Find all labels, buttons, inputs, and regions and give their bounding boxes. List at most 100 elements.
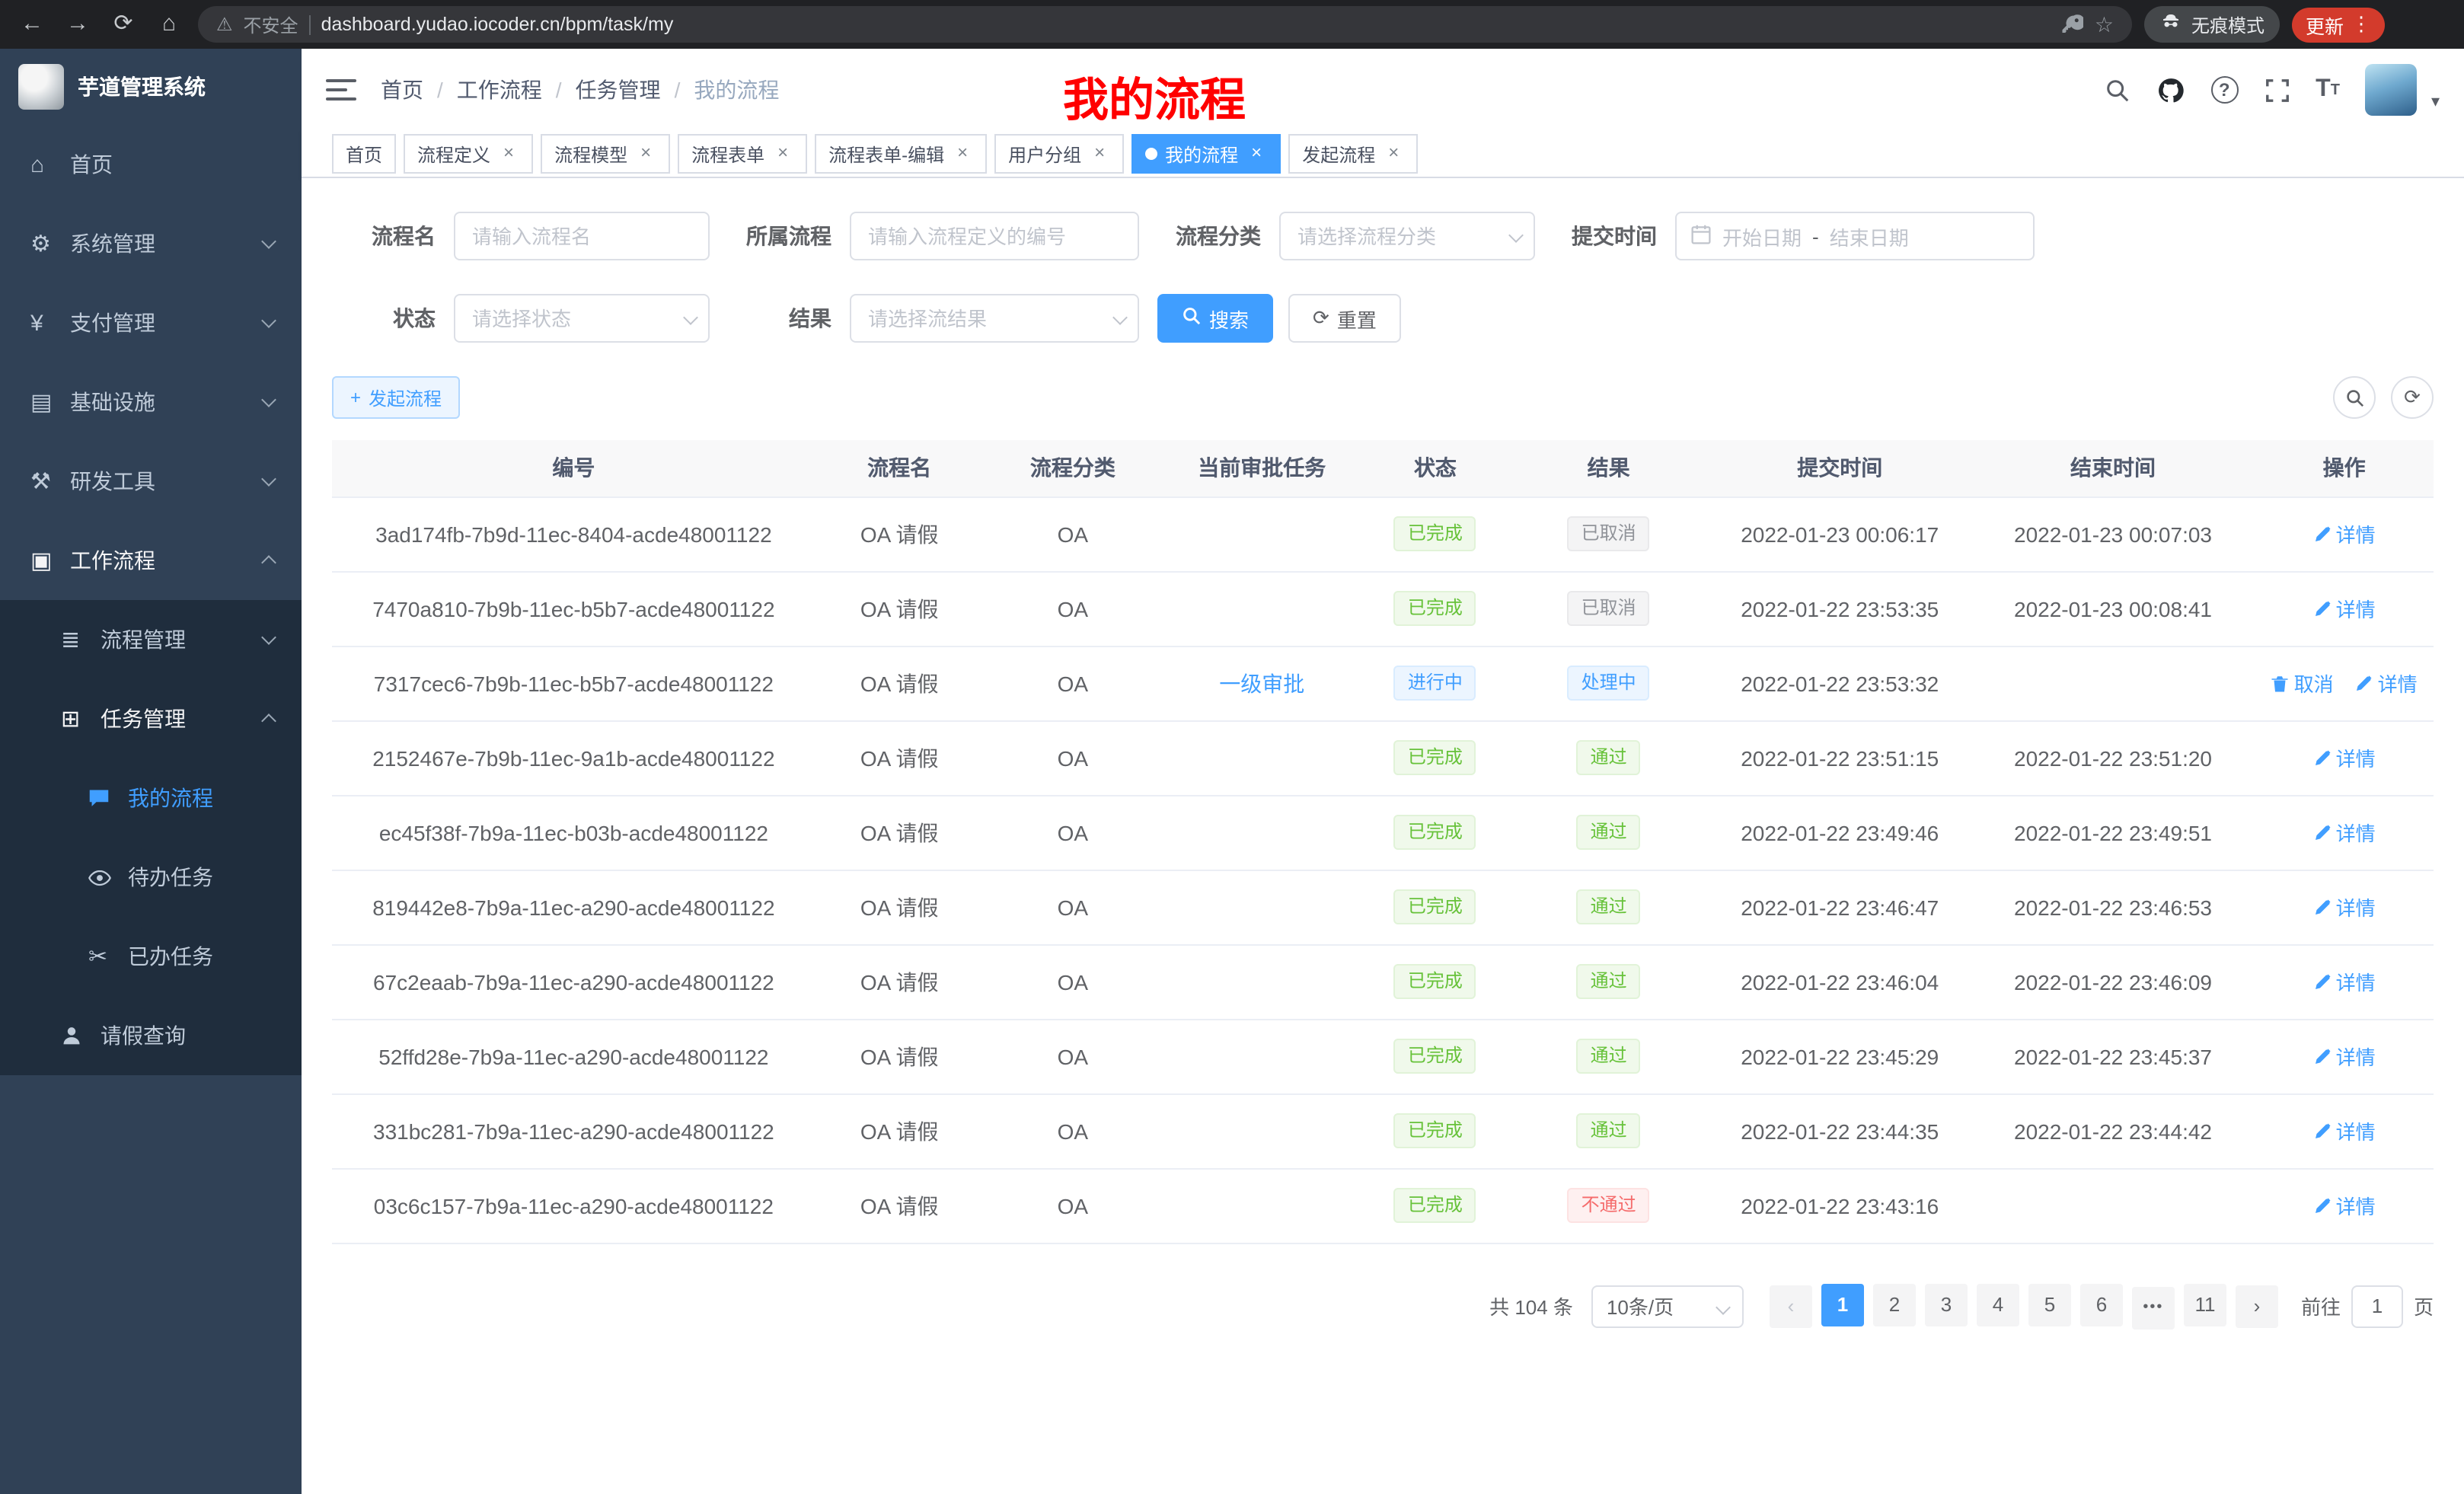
fullscreen-icon[interactable]	[2264, 77, 2290, 103]
close-icon[interactable]: ×	[1383, 143, 1404, 164]
sidebar-item-payment-mgmt[interactable]: ¥支付管理	[0, 283, 302, 362]
user-icon	[61, 1025, 101, 1046]
browser-back-icon[interactable]: ←	[15, 8, 49, 41]
address-bar[interactable]: ⚠ 不安全 dashboard.yudao.iocoder.cn/bpm/tas…	[198, 6, 2132, 43]
sidebar-item-workflow[interactable]: ▣工作流程	[0, 521, 302, 600]
search-button[interactable]: 搜索	[1157, 294, 1273, 343]
tab-process-form[interactable]: 流程表单×	[678, 134, 807, 174]
breadcrumb-item[interactable]: 首页	[381, 75, 423, 105]
action-detail-button[interactable]: 详情	[2313, 892, 2376, 921]
toggle-search-button[interactable]	[2333, 376, 2376, 419]
page-button[interactable]: 6	[2080, 1283, 2123, 1326]
action-detail-button[interactable]: 详情	[2355, 669, 2418, 698]
breadcrumb-item[interactable]: 工作流程	[457, 75, 542, 105]
close-icon[interactable]: ×	[1246, 143, 1267, 164]
edit-icon	[2313, 525, 2332, 543]
bookmark-star-icon[interactable]: ☆	[2095, 11, 2114, 37]
close-icon[interactable]: ×	[635, 143, 656, 164]
action-detail-button[interactable]: 详情	[2313, 519, 2376, 548]
tab-process-form-edit[interactable]: 流程表单-编辑×	[815, 134, 987, 174]
end-date-placeholder[interactable]: 结束日期	[1830, 222, 1909, 251]
sidebar-item-task-mgmt[interactable]: ⊞任务管理	[0, 679, 302, 758]
sidebar-item-my-process[interactable]: 我的流程	[0, 758, 302, 838]
action-detail-button[interactable]: 详情	[2313, 594, 2376, 623]
action-detail-button[interactable]: 详情	[2313, 818, 2376, 847]
cell-submit-time: 2022-01-23 00:06:17	[1709, 496, 1971, 571]
browser-menu-icon[interactable]: ⋮	[2351, 12, 2371, 37]
prev-page-button[interactable]: ‹	[1770, 1285, 1812, 1327]
chevron-down-icon[interactable]: ▾	[2431, 91, 2440, 111]
action-detail-button[interactable]: 详情	[2313, 1191, 2376, 1220]
action-detail-button[interactable]: 详情	[2313, 743, 2376, 772]
status-select[interactable]	[454, 294, 710, 343]
page-button[interactable]: 3	[1925, 1283, 1968, 1326]
search-icon[interactable]	[2104, 77, 2130, 103]
tab-my-process[interactable]: 我的流程×	[1131, 134, 1281, 174]
avatar[interactable]	[2366, 64, 2418, 116]
sidebar-item-todo-task[interactable]: 待办任务	[0, 838, 302, 917]
sidebar-item-label: 流程管理	[101, 624, 186, 655]
process-name-input[interactable]	[454, 212, 710, 260]
browser-forward-icon[interactable]: →	[61, 8, 94, 41]
submit-time-range-picker[interactable]: 开始日期 - 结束日期	[1675, 212, 2035, 260]
sidebar-item-leave-query[interactable]: 请假查询	[0, 996, 302, 1075]
url-text[interactable]: dashboard.yudao.iocoder.cn/bpm/task/my	[321, 14, 674, 35]
incognito-spy-icon	[2159, 11, 2182, 38]
help-icon[interactable]: ?	[2210, 76, 2238, 104]
close-icon[interactable]: ×	[1089, 143, 1110, 164]
page-ellipsis[interactable]: •••	[2132, 1286, 2175, 1329]
page-button[interactable]: 2	[1873, 1283, 1916, 1326]
github-icon[interactable]	[2156, 75, 2185, 104]
process-def-input[interactable]	[850, 212, 1139, 260]
chevron-down-icon	[261, 471, 276, 487]
browser-home-icon[interactable]: ⌂	[152, 8, 186, 41]
security-label[interactable]: 不安全	[244, 11, 298, 37]
sidebar-item-home[interactable]: ⌂首页	[0, 125, 302, 204]
action-label: 详情	[2336, 818, 2376, 847]
browser-reload-icon[interactable]: ⟳	[107, 8, 140, 41]
sidebar-item-system-mgmt[interactable]: ⚙系统管理	[0, 204, 302, 283]
goto-page-input[interactable]	[2351, 1285, 2403, 1327]
key-icon[interactable]	[2061, 13, 2084, 36]
current-task-link[interactable]: 一级审批	[1219, 671, 1304, 695]
cell-current-task	[1162, 944, 1361, 1019]
action-cancel-button[interactable]: 取消	[2271, 669, 2334, 698]
close-icon[interactable]: ×	[772, 143, 793, 164]
close-icon[interactable]: ×	[952, 143, 973, 164]
browser-update-button[interactable]: 更新 ⋮	[2292, 7, 2385, 42]
reset-button[interactable]: ⟳ 重置	[1288, 294, 1401, 343]
tab-process-model[interactable]: 流程模型×	[541, 134, 670, 174]
start-date-placeholder[interactable]: 开始日期	[1722, 222, 1802, 251]
page-size-select[interactable]: 10条/页	[1591, 1285, 1744, 1327]
sidebar-item-done-task[interactable]: ✂已办任务	[0, 917, 302, 996]
sidebar-item-process-mgmt[interactable]: ≣流程管理	[0, 600, 302, 679]
cell-result: 处理中	[1509, 646, 1709, 720]
breadcrumb-item[interactable]: 任务管理	[576, 75, 661, 105]
hamburger-icon[interactable]	[326, 79, 356, 101]
page-button[interactable]: 11	[2184, 1283, 2226, 1326]
content: 流程名 所属流程 流程分类 提交时间 开始日期 - 结束日期	[302, 178, 2464, 1494]
page-button[interactable]: 4	[1977, 1283, 2019, 1326]
refresh-button[interactable]: ⟳	[2391, 376, 2434, 419]
tab-user-group[interactable]: 用户分组×	[994, 134, 1124, 174]
cell-current-task	[1162, 795, 1361, 870]
cell-result: 通过	[1509, 1093, 1709, 1168]
action-detail-button[interactable]: 详情	[2313, 1116, 2376, 1145]
action-detail-button[interactable]: 详情	[2313, 967, 2376, 996]
action-detail-button[interactable]: 详情	[2313, 1042, 2376, 1071]
sidebar-item-dev-tools[interactable]: ⚒研发工具	[0, 442, 302, 521]
page-button[interactable]: 1	[1821, 1283, 1864, 1326]
cell-result: 通过	[1509, 944, 1709, 1019]
tab-home[interactable]: 首页	[332, 134, 396, 174]
tab-start-process[interactable]: 发起流程×	[1288, 134, 1418, 174]
next-page-button[interactable]: ›	[2236, 1285, 2278, 1327]
sidebar-item-infrastructure[interactable]: ▤基础设施	[0, 362, 302, 442]
start-process-button[interactable]: + 发起流程	[332, 376, 460, 419]
close-icon[interactable]: ×	[498, 143, 519, 164]
app-logo[interactable]: 芋道管理系统	[0, 49, 302, 125]
category-select[interactable]	[1279, 212, 1535, 260]
font-size-icon[interactable]: TT	[2316, 76, 2340, 104]
tab-process-definition[interactable]: 流程定义×	[404, 134, 533, 174]
page-button[interactable]: 5	[2028, 1283, 2071, 1326]
result-select[interactable]	[850, 294, 1139, 343]
